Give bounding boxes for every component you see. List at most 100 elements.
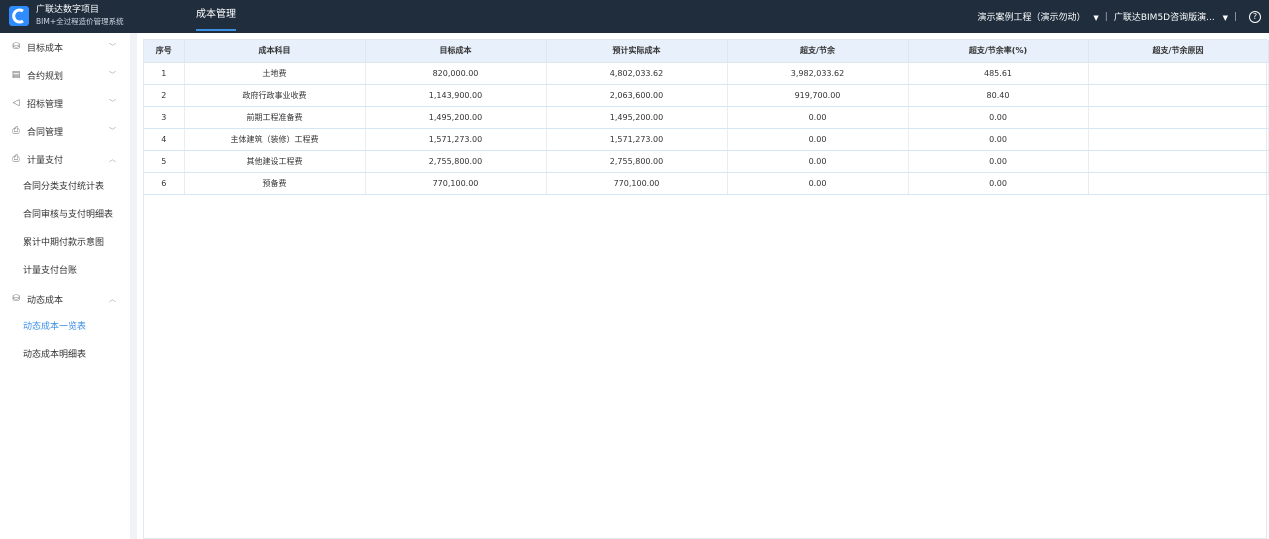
chevron-down-icon: ﹀: [109, 71, 116, 79]
cell-over-under-reason: [1088, 84, 1269, 107]
sidebar-subitem-payment-details[interactable]: 合同审核与支付明细表: [0, 201, 130, 229]
project-selector[interactable]: 演示案例工程（演示勿动） ▼: [978, 10, 1099, 23]
sidebar-subitem-dynamic-cost-overview[interactable]: 动态成本一览表: [0, 313, 130, 341]
dynamic-cost-table: 序号 成本科目 目标成本 预计实际成本 超支/节余 超支/节余率(%) 超支/节…: [144, 40, 1269, 195]
divider: |: [1104, 11, 1108, 22]
sidebar-item-target-cost[interactable]: ⛁ 目标成本 ﹀: [0, 33, 130, 61]
sidebar-item-label: 目标成本: [27, 43, 64, 54]
sidebar-item-label: 合约规划: [27, 71, 64, 82]
project-selector-label: 演示案例工程（演示勿动）: [977, 13, 1086, 23]
tab-cost-management[interactable]: 成本管理: [196, 0, 236, 33]
sidebar-subitem-dynamic-cost-details[interactable]: 动态成本明细表: [0, 341, 130, 369]
company-selector-label: 广联达BIM5D咨询版演...: [1113, 13, 1215, 23]
cell-cost-item: 其他建设工程费: [184, 150, 366, 173]
cell-cost-item: 前期工程准备费: [184, 106, 366, 129]
cell-over-under-reason: [1088, 150, 1269, 173]
cell-estimated-actual-cost: 2,755,800.00: [546, 150, 728, 173]
table-row[interactable]: 1 土地费 820,000.00 4,802,033.62 3,982,033.…: [144, 62, 1269, 85]
cell-over-under: 0.00: [727, 150, 909, 173]
cell-over-under: 919,700.00: [727, 84, 909, 107]
cell-over-under: 0.00: [727, 106, 909, 129]
cell-over-under-rate: 485.61: [908, 62, 1089, 85]
cell-over-under-reason: [1088, 128, 1269, 151]
cell-index: 3: [144, 106, 185, 129]
table-row[interactable]: 2 政府行政事业收费 1,143,900.00 2,063,600.00 919…: [144, 84, 1269, 107]
cell-index: 2: [144, 84, 185, 107]
cell-cost-item: 主体建筑（装修）工程费: [184, 128, 366, 151]
column-header-over-under-rate[interactable]: 超支/节余率(%): [908, 40, 1089, 63]
sidebar-item-label: 招标管理: [27, 99, 64, 110]
cell-over-under-reason: [1088, 62, 1269, 85]
cell-over-under: 0.00: [727, 128, 909, 151]
cell-over-under: 0.00: [727, 172, 909, 195]
sidebar: ⛁ 目标成本 ﹀ ▤ 合约规划 ﹀ ◁ 招标管理 ﹀ ⎙ 合同管理 ﹀ ⎙ 计量…: [0, 33, 130, 539]
database-icon: ⛁: [12, 294, 20, 304]
sidebar-item-bidding[interactable]: ◁ 招标管理 ﹀: [0, 89, 130, 117]
database-icon: ⛁: [12, 42, 20, 52]
divider: |: [1233, 11, 1237, 22]
cell-index: 5: [144, 150, 185, 173]
column-header-over-under-reason[interactable]: 超支/节余原因: [1088, 40, 1269, 63]
printer-icon: ⎙: [12, 154, 20, 164]
cell-estimated-actual-cost: 770,100.00: [546, 172, 728, 195]
sidebar-subitem-payment-stats[interactable]: 合同分类支付统计表: [0, 173, 130, 201]
company-selector[interactable]: 广联达BIM5D咨询版演... ▼: [1114, 10, 1228, 23]
table-row[interactable]: 4 主体建筑（装修）工程费 1,571,273.00 1,571,273.00 …: [144, 128, 1269, 151]
send-icon: ◁: [12, 98, 20, 108]
cell-target-cost: 2,755,800.00: [365, 150, 547, 173]
cell-target-cost: 1,143,900.00: [365, 84, 547, 107]
chevron-down-icon: ﹀: [109, 99, 116, 107]
top-navigation-bar: 广联达数字项目 BIM+全过程造价管理系统 成本管理 演示案例工程（演示勿动） …: [0, 0, 1269, 33]
chevron-up-icon: ︿: [109, 295, 116, 303]
cell-estimated-actual-cost: 1,571,273.00: [546, 128, 728, 151]
cell-over-under: 3,982,033.62: [727, 62, 909, 85]
app-subtitle: BIM+全过程造价管理系统: [36, 17, 124, 26]
column-header-estimated-actual-cost[interactable]: 预计实际成本: [546, 40, 728, 63]
question-circle-icon[interactable]: ?: [1249, 10, 1261, 23]
column-header-over-under[interactable]: 超支/节余: [727, 40, 909, 63]
sidebar-item-dynamic-cost[interactable]: ⛁ 动态成本 ︿: [0, 285, 130, 313]
sidebar-item-payment[interactable]: ⎙ 计量支付 ︿: [0, 145, 130, 173]
sidebar-subitem-payment-ledger[interactable]: 计量支付台账: [0, 257, 130, 285]
cell-over-under-rate: 0.00: [908, 106, 1089, 129]
cell-target-cost: 820,000.00: [365, 62, 547, 85]
cell-over-under-rate: 80.40: [908, 84, 1089, 107]
column-header-target-cost[interactable]: 目标成本: [365, 40, 547, 63]
table-row[interactable]: 6 预备费 770,100.00 770,100.00 0.00 0.00: [144, 172, 1269, 195]
column-header-index[interactable]: 序号: [144, 40, 185, 63]
sidebar-divider: [130, 33, 137, 539]
table-row[interactable]: 5 其他建设工程费 2,755,800.00 2,755,800.00 0.00…: [144, 150, 1269, 173]
tab-cost-management-label: 成本管理: [196, 9, 236, 20]
cell-cost-item: 政府行政事业收费: [184, 84, 366, 107]
cell-estimated-actual-cost: 4,802,033.62: [546, 62, 728, 85]
cell-cost-item: 预备费: [184, 172, 366, 195]
sidebar-item-contract-planning[interactable]: ▤ 合约规划 ﹀: [0, 61, 130, 89]
cell-over-under-rate: 0.00: [908, 150, 1089, 173]
cell-target-cost: 1,571,273.00: [365, 128, 547, 151]
sidebar-item-label: 计量支付: [27, 155, 64, 166]
app-title: 广联达数字项目: [36, 5, 100, 15]
cell-index: 6: [144, 172, 185, 195]
sidebar-item-contract-management[interactable]: ⎙ 合同管理 ﹀: [0, 117, 130, 145]
cell-index: 1: [144, 62, 185, 85]
column-header-cost-item[interactable]: 成本科目: [184, 40, 366, 63]
cell-over-under-reason: [1088, 106, 1269, 129]
cell-cost-item: 土地费: [184, 62, 366, 85]
table-row[interactable]: 3 前期工程准备费 1,495,200.00 1,495,200.00 0.00…: [144, 106, 1269, 129]
printer-icon: ⎙: [12, 126, 20, 136]
sidebar-subitem-interim-payment-chart[interactable]: 累计中期付款示意图: [0, 229, 130, 257]
top-right-controls: 演示案例工程（演示勿动） ▼ | 广联达BIM5D咨询版演... ▼ | ?: [978, 0, 1261, 33]
chevron-down-icon: ﹀: [109, 127, 116, 135]
cell-target-cost: 1,495,200.00: [365, 106, 547, 129]
dynamic-cost-table-panel: 序号 成本科目 目标成本 预计实际成本 超支/节余 超支/节余率(%) 超支/节…: [143, 39, 1269, 539]
active-tab-indicator: [196, 29, 236, 31]
logo-icon[interactable]: [9, 6, 29, 26]
caret-down-icon: ▼: [1093, 14, 1099, 22]
cell-over-under-rate: 0.00: [908, 128, 1089, 151]
caret-down-icon: ▼: [1222, 14, 1228, 22]
cell-estimated-actual-cost: 1,495,200.00: [546, 106, 728, 129]
cell-over-under-reason: [1088, 172, 1269, 195]
cell-target-cost: 770,100.00: [365, 172, 547, 195]
sidebar-item-label: 动态成本: [27, 295, 64, 306]
cell-over-under-rate: 0.00: [908, 172, 1089, 195]
